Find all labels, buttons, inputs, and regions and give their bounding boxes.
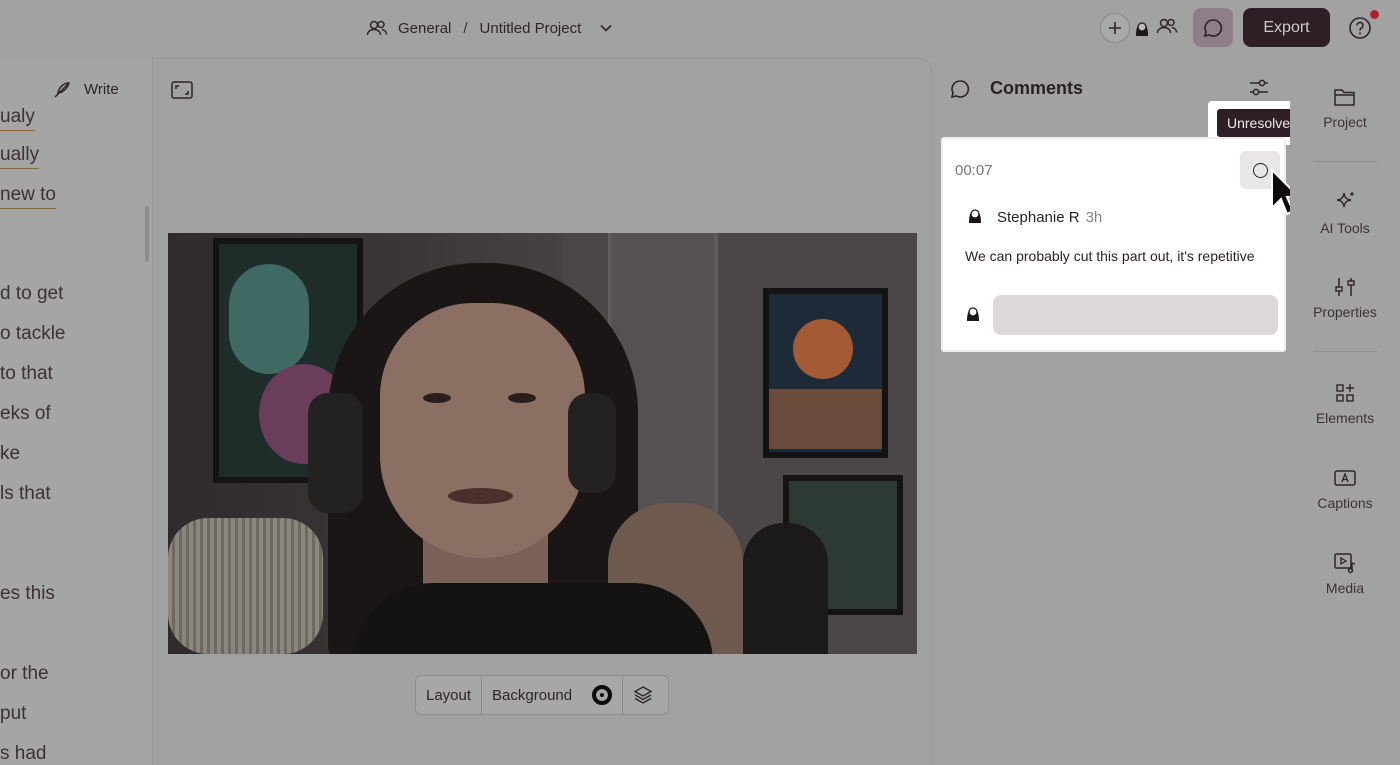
transcript-line[interactable]: o tackle <box>0 323 65 345</box>
rail-item-elements[interactable]: Elements <box>1290 382 1400 452</box>
rail-item-project[interactable]: Project <box>1290 86 1400 156</box>
video-scene <box>448 488 513 504</box>
transcript-line[interactable]: eks of <box>0 403 51 425</box>
rail-label: Elements <box>1315 410 1375 426</box>
transcript-line[interactable]: ls that <box>0 483 51 505</box>
video-preview[interactable] <box>168 233 917 654</box>
background-label: Background <box>492 686 573 704</box>
plus-icon <box>1109 22 1121 34</box>
video-scene <box>168 518 323 654</box>
rail-label: Properties <box>1313 304 1377 320</box>
layers-button[interactable] <box>623 676 663 714</box>
notification-dot <box>1370 10 1379 19</box>
video-scene <box>508 393 536 403</box>
comment-timestamp[interactable]: 00:07 <box>955 162 993 179</box>
transcript-line[interactable]: or the <box>0 663 49 685</box>
avatar <box>963 303 983 328</box>
rail-item-properties[interactable]: Properties <box>1290 276 1400 346</box>
video-scene <box>308 393 363 513</box>
layout-label: Layout <box>426 686 472 704</box>
filter-icon[interactable] <box>1248 78 1270 98</box>
reply-input[interactable] <box>993 295 1278 335</box>
breadcrumb-project[interactable]: Untitled Project <box>480 20 582 37</box>
circle-icon <box>1252 162 1268 178</box>
invite-button[interactable] <box>1100 13 1130 43</box>
scene-toolbar: Layout Background <box>415 675 669 715</box>
fit-screen-icon[interactable] <box>171 81 193 99</box>
transcript-line[interactable]: to that <box>0 363 53 385</box>
team-icon[interactable] <box>1156 17 1178 40</box>
rail-item-captions[interactable]: Captions <box>1290 467 1400 537</box>
transcript-line[interactable]: ually <box>0 144 40 169</box>
video-scene <box>743 523 828 654</box>
transcript-line[interactable]: d to get <box>0 283 63 305</box>
help-icon <box>1349 17 1371 39</box>
video-scene <box>380 303 585 558</box>
folder-icon <box>1334 89 1355 106</box>
rail-label: Captions <box>1317 495 1373 511</box>
rail-item-ai-tools[interactable]: AI Tools <box>1290 190 1400 260</box>
video-scene <box>763 288 888 458</box>
avatar[interactable] <box>1132 18 1152 38</box>
avatar <box>965 205 985 229</box>
comment-card[interactable]: 00:07 Stephanie R 3h We can probably cut… <box>941 137 1286 352</box>
canvas-area: Layout Background <box>153 58 932 765</box>
chevron-down-icon[interactable] <box>599 23 613 33</box>
reply-row <box>965 295 1278 335</box>
author-name: Stephanie R <box>997 208 1080 226</box>
background-color-swatch[interactable] <box>592 685 613 705</box>
rail-label: Project <box>1323 114 1367 130</box>
quill-icon <box>54 82 70 98</box>
layout-button[interactable]: Layout <box>416 676 483 714</box>
transcript-line[interactable]: new to <box>0 184 56 209</box>
rail-label: Media <box>1325 580 1365 596</box>
shapes-icon <box>1336 384 1354 402</box>
captions-icon <box>1334 470 1356 486</box>
sparkle-icon <box>1336 192 1354 208</box>
script-panel: Write ualy ually new to d to get o tackle to… <box>0 58 153 765</box>
layers-icon <box>633 686 653 704</box>
transcript-line[interactable]: s had <box>0 743 46 765</box>
transcript-line[interactable]: ualy <box>0 106 35 131</box>
comment-icon <box>1203 18 1223 37</box>
breadcrumb-workspace[interactable]: General <box>398 20 451 37</box>
rail-item-media[interactable]: Media <box>1290 552 1400 622</box>
team-icon <box>366 19 388 37</box>
right-rail: Project AI Tools Properties Elements Cap… <box>1290 58 1400 765</box>
tooltip-text: Unresolve <box>1216 109 1301 137</box>
divider <box>1313 161 1377 162</box>
video-scene <box>353 583 713 654</box>
breadcrumb-separator: / <box>463 19 468 37</box>
write-label: Write <box>84 80 119 98</box>
help-button[interactable] <box>1347 15 1373 41</box>
scrollbar[interactable] <box>145 206 149 262</box>
top-bar: General / Untitled Project Export <box>0 0 1400 58</box>
sliders-icon <box>1335 278 1355 296</box>
write-button[interactable]: Write <box>52 78 119 100</box>
rail-label: AI Tools <box>1320 220 1370 236</box>
transcript-line[interactable]: es this <box>0 583 55 605</box>
comments-title: Comments <box>990 78 1084 98</box>
comment-icon <box>949 78 971 100</box>
collaborators <box>1100 11 1178 45</box>
comments-toggle-button[interactable] <box>1193 8 1233 47</box>
transcript-line[interactable]: ke <box>0 443 20 465</box>
video-scene <box>423 393 451 403</box>
divider <box>1313 351 1377 352</box>
video-scene <box>568 393 616 493</box>
comment-text: We can probably cut this part out, it's … <box>965 248 1255 264</box>
background-button[interactable]: Background <box>482 676 624 714</box>
comment-author: Stephanie R 3h <box>965 205 1102 229</box>
comment-age: 3h <box>1085 208 1103 226</box>
export-button[interactable]: Export <box>1243 8 1330 47</box>
media-icon <box>1334 553 1356 574</box>
breadcrumb: General / Untitled Project <box>366 16 613 40</box>
transcript-line[interactable]: put <box>0 703 26 725</box>
